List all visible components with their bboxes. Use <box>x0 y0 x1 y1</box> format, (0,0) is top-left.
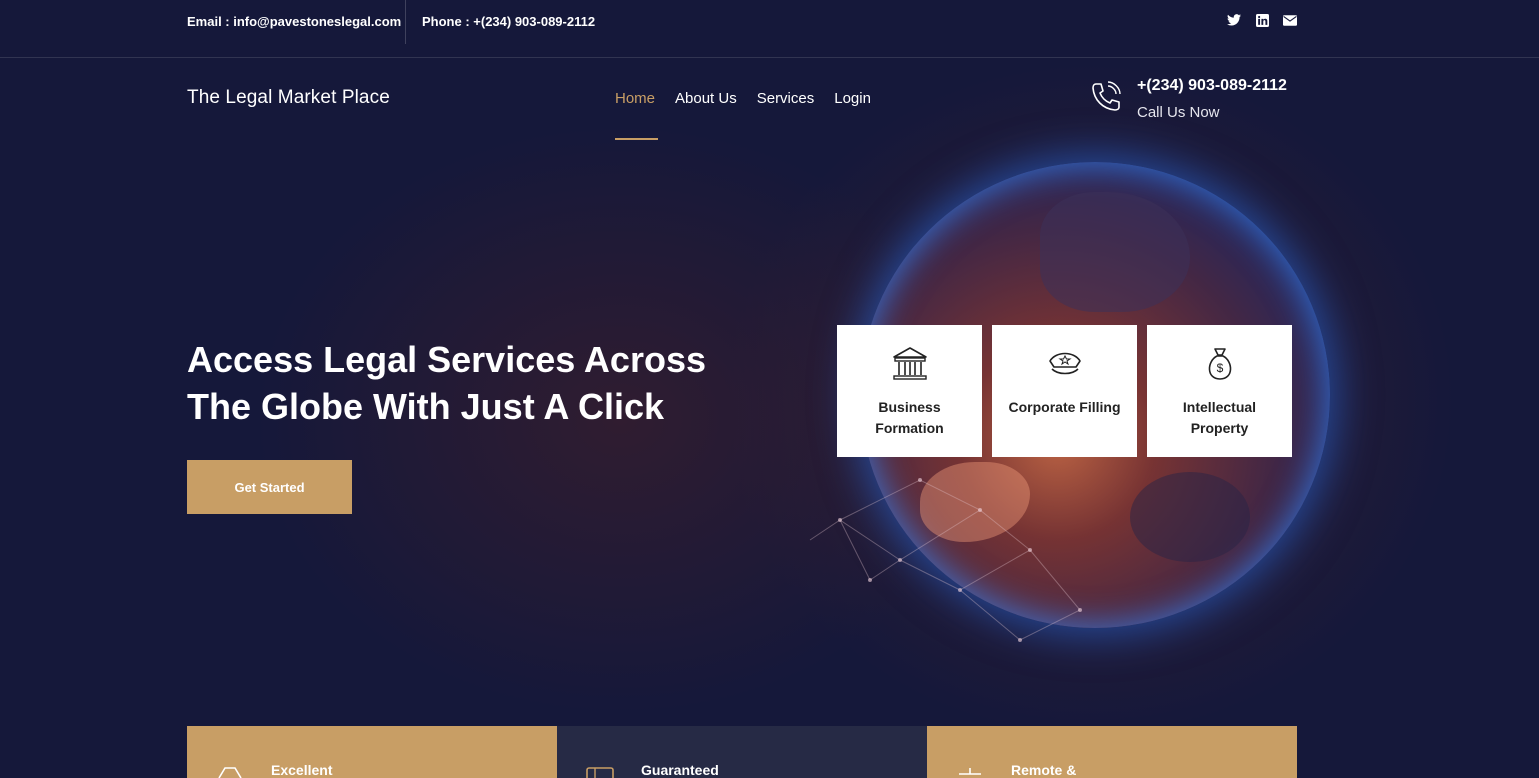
bank-icon <box>892 347 927 380</box>
call-number[interactable]: +(234) 903-089-2112 <box>1137 77 1287 95</box>
scale-icon <box>218 767 242 778</box>
features-strip: Excellent Guaranteed Remote & <box>187 726 1297 778</box>
nav-home[interactable]: Home <box>615 90 655 107</box>
main-nav: Home About Us Services Login <box>615 90 871 107</box>
service-cards: Business Formation Corporate Filling $ I… <box>837 325 1292 457</box>
social-links <box>1227 12 1297 28</box>
feature-label: Remote & <box>1011 762 1077 778</box>
get-started-button[interactable]: Get Started <box>187 460 352 514</box>
globe-landmass <box>1130 472 1250 562</box>
page: Email : info@pavestoneslegal.com Phone :… <box>0 0 1539 778</box>
contact-phone[interactable]: Phone : +(234) 903-089-2112 <box>422 14 595 29</box>
topbar-divider <box>405 0 406 44</box>
mail-icon[interactable] <box>1283 12 1297 28</box>
service-card-intellectual-property[interactable]: $ Intellectual Property <box>1147 325 1292 457</box>
feature-excellent: Excellent <box>187 726 557 778</box>
phone-call-icon <box>1092 81 1121 111</box>
nav-about-us[interactable]: About Us <box>675 90 737 107</box>
hero-title: Access Legal Services Across The Globe W… <box>187 339 706 427</box>
card-label: Corporate Filling <box>1008 399 1121 415</box>
service-card-corporate-filling[interactable]: Corporate Filling <box>992 325 1137 457</box>
nav-login[interactable]: Login <box>834 90 871 107</box>
linkedin-icon[interactable] <box>1255 12 1269 28</box>
call-label: Call Us Now <box>1137 104 1220 121</box>
service-card-business-formation[interactable]: Business Formation <box>837 325 982 457</box>
book-icon <box>586 767 614 778</box>
top-bar: Email : info@pavestoneslegal.com Phone :… <box>0 0 1539 58</box>
svg-text:$: $ <box>1216 361 1223 375</box>
brand-logo-text[interactable]: The Legal Market Place <box>187 87 390 109</box>
gavel-icon <box>959 768 981 775</box>
network-lines-decoration <box>809 478 1082 642</box>
nav-active-indicator <box>615 138 658 140</box>
money-bag-icon: $ <box>1208 348 1231 380</box>
card-label: Intellectual Property <box>1182 399 1257 436</box>
globe-landmass <box>1040 192 1190 312</box>
nav-services[interactable]: Services <box>757 90 815 107</box>
feature-guaranteed: Guaranteed <box>557 726 927 778</box>
police-cap-icon <box>1048 352 1081 375</box>
contact-email[interactable]: Email : info@pavestoneslegal.com <box>187 14 401 29</box>
feature-remote: Remote & <box>927 726 1297 778</box>
twitter-icon[interactable] <box>1227 12 1241 28</box>
feature-label: Excellent <box>271 762 333 778</box>
feature-label: Guaranteed <box>641 762 719 778</box>
card-label: Business Formation <box>875 399 944 436</box>
